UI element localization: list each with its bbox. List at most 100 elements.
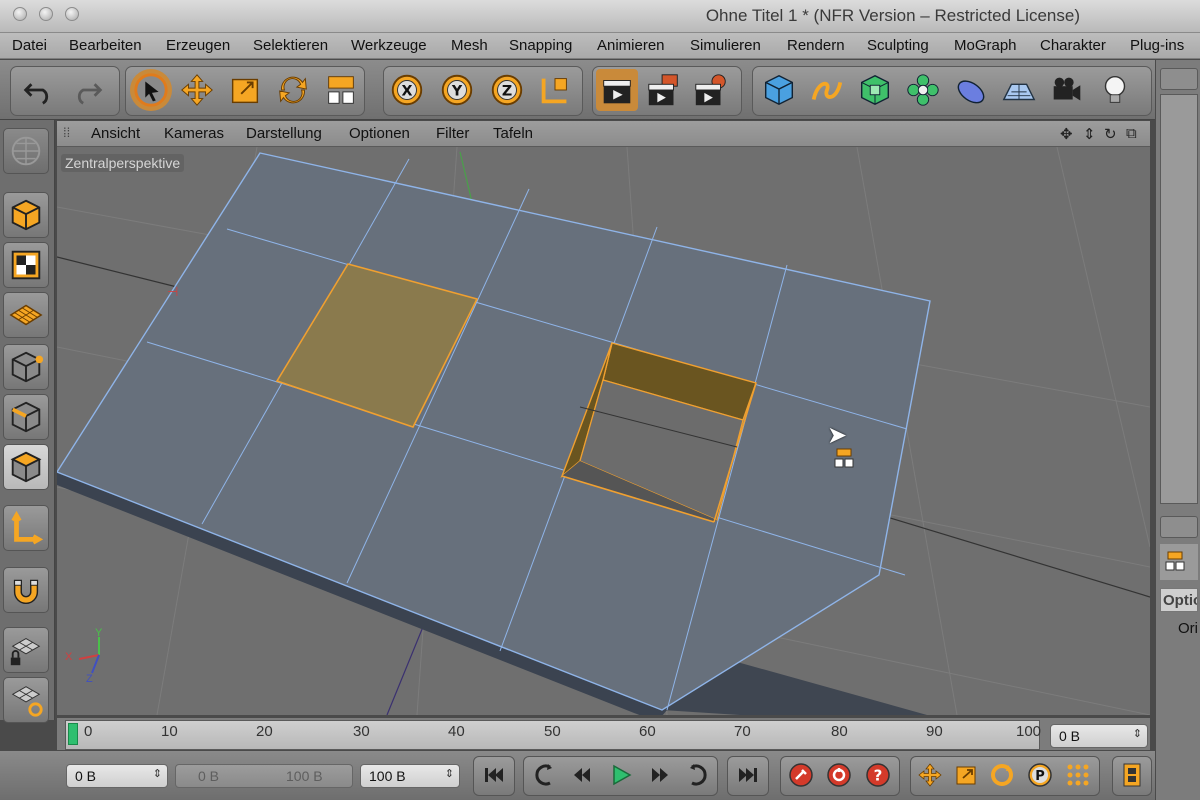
key-scale-button[interactable]	[950, 759, 982, 791]
viewport-menu-darstellung[interactable]: Darstellung	[246, 125, 322, 142]
cloner-button[interactable]	[902, 69, 944, 111]
menu-mograph[interactable]: MoGraph	[954, 37, 1017, 54]
menu-datei[interactable]: Datei	[12, 37, 47, 54]
scale-tool-button[interactable]	[224, 69, 266, 111]
menu-snapping[interactable]: Snapping	[509, 37, 572, 54]
x-axis-lock-button[interactable]: X	[386, 69, 428, 111]
cursor-selection-icon	[134, 73, 168, 107]
close-window-button[interactable]	[13, 7, 27, 21]
next-frame-button[interactable]	[644, 759, 676, 791]
menu-mesh[interactable]: Mesh	[451, 37, 488, 54]
menu-erzeugen[interactable]: Erzeugen	[166, 37, 230, 54]
object-manager-tab[interactable]	[1160, 68, 1198, 90]
polygons-mode-button[interactable]	[3, 444, 49, 490]
coordinate-system-button[interactable]	[534, 69, 576, 111]
cube-object-button[interactable]	[758, 69, 800, 111]
viewport-menu-tafeln[interactable]: Tafeln	[493, 125, 533, 142]
zoom-window-button[interactable]	[65, 7, 79, 21]
keyframe-selection-button[interactable]: ?	[862, 759, 894, 791]
viewport-menu-filter[interactable]: Filter	[436, 125, 469, 142]
timeline-window-button[interactable]	[1116, 759, 1148, 791]
menu-rendern[interactable]: Rendern	[787, 37, 845, 54]
menu-simulieren[interactable]: Simulieren	[690, 37, 761, 54]
subdivision-surface-button[interactable]	[854, 69, 896, 111]
render-settings-button[interactable]	[690, 69, 732, 111]
parameter-p-icon: P	[1028, 763, 1052, 787]
auto-key-icon	[827, 763, 851, 787]
preview-range-start: 0 B	[198, 768, 220, 784]
snapping-button[interactable]	[3, 567, 49, 613]
key-position-button[interactable]	[914, 759, 946, 791]
end-frame-field[interactable]: 100 B ⇕	[360, 764, 460, 788]
goto-end-button[interactable]	[732, 759, 764, 791]
play-button[interactable]	[605, 759, 637, 791]
undo-button[interactable]	[18, 69, 60, 111]
object-manager-panel[interactable]	[1160, 94, 1198, 504]
camera-button[interactable]	[1046, 69, 1088, 111]
workplane-mode-button[interactable]	[3, 292, 49, 338]
viewport-menu-kameras[interactable]: Kameras	[164, 125, 224, 142]
next-key-button[interactable]	[682, 759, 714, 791]
menu-sculpting[interactable]: Sculpting	[867, 37, 929, 54]
prev-frame-button[interactable]	[566, 759, 598, 791]
viewport-menu-ansicht[interactable]: Ansicht	[91, 125, 140, 142]
timeline-ruler[interactable]: 0 10 20 30 40 50 60 70 80 90 100	[65, 720, 1041, 750]
make-editable-button[interactable]	[3, 128, 49, 174]
menu-werkzeuge[interactable]: Werkzeuge	[351, 37, 427, 54]
menu-bearbeiten[interactable]: Bearbeiten	[69, 37, 142, 54]
redo-button[interactable]	[66, 69, 108, 111]
current-frame-field[interactable]: 0 B ⇕	[1050, 724, 1148, 748]
auto-key-button[interactable]	[823, 759, 855, 791]
viewport-zoom-icon[interactable]: ⇕	[1083, 125, 1096, 143]
edges-mode-button[interactable]	[3, 394, 49, 440]
preview-range-field[interactable]: 0 B 100 B	[175, 764, 353, 788]
prev-key-icon	[535, 764, 552, 786]
menu-animieren[interactable]: Animieren	[597, 37, 665, 54]
options-tab[interactable]: Optio	[1160, 588, 1198, 612]
rotate-arrows-icon	[279, 76, 307, 104]
timeline-playhead[interactable]	[68, 723, 78, 745]
model-mode-button[interactable]	[3, 192, 49, 238]
menu-charakter[interactable]: Charakter	[1040, 37, 1106, 54]
skip-back-icon	[485, 768, 503, 782]
workplane-lock-button[interactable]	[3, 627, 49, 673]
rotate-tool-button[interactable]	[272, 69, 314, 111]
key-pla-button[interactable]	[1062, 759, 1094, 791]
stepper-arrows-icon[interactable]: ⇕	[445, 767, 454, 780]
menu-selektieren[interactable]: Selektieren	[253, 37, 328, 54]
start-frame-field[interactable]: 0 B ⇕	[66, 764, 168, 788]
goto-start-button[interactable]	[478, 759, 510, 791]
record-keys-button[interactable]	[785, 759, 817, 791]
attribute-manager-tab[interactable]	[1160, 516, 1198, 538]
3d-viewport[interactable]: ⊣ ➤ Zentralperspektive Y X Z	[57, 147, 1150, 715]
deformer-button[interactable]	[950, 69, 992, 111]
axis-mode-button[interactable]	[3, 505, 49, 551]
viewport-orbit-icon[interactable]: ↻	[1104, 125, 1117, 143]
floor-button[interactable]	[998, 69, 1040, 111]
key-parameter-button[interactable]: P	[1024, 759, 1056, 791]
y-axis-lock-button[interactable]: Y	[436, 69, 478, 111]
globe-grid-icon	[11, 136, 41, 166]
stepper-arrows-icon[interactable]: ⇕	[1133, 727, 1142, 740]
z-axis-lock-button[interactable]: Z	[486, 69, 528, 111]
render-region-button[interactable]	[643, 69, 685, 111]
points-mode-button[interactable]	[3, 344, 49, 390]
workplane-align-button[interactable]	[3, 677, 49, 723]
key-rotation-button[interactable]	[986, 759, 1018, 791]
prev-key-button[interactable]	[528, 759, 560, 791]
spline-pen-button[interactable]	[806, 69, 848, 111]
light-button[interactable]	[1094, 69, 1136, 111]
viewport-toggle-icon[interactable]: ⧉	[1126, 125, 1137, 142]
move-tool-button[interactable]	[176, 69, 218, 111]
minimize-window-button[interactable]	[39, 7, 53, 21]
viewport-pan-icon[interactable]: ✥	[1060, 125, 1073, 143]
viewport-menu-optionen[interactable]: Optionen	[349, 125, 410, 142]
viewport-menu-bar: ⁞⁞ Ansicht Kameras Darstellung Optionen …	[57, 121, 1150, 147]
live-selection-button[interactable]	[130, 69, 172, 111]
render-view-button[interactable]	[596, 69, 638, 111]
texture-mode-button[interactable]	[3, 242, 49, 288]
stepper-arrows-icon[interactable]: ⇕	[153, 767, 162, 780]
menu-plugins[interactable]: Plug-ins	[1130, 37, 1184, 54]
last-tool-button[interactable]	[320, 69, 362, 111]
subdivided-plane[interactable]	[57, 152, 931, 711]
